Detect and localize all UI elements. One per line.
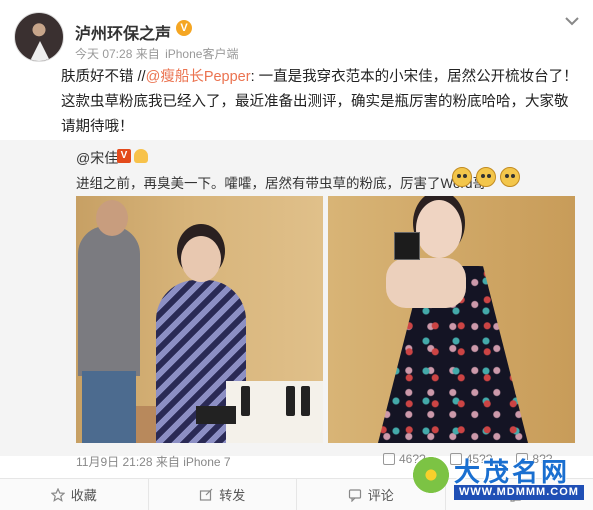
star-icon <box>50 487 65 502</box>
emoji-icon <box>476 167 496 187</box>
post-text-prefix: 肤质好不错 // <box>61 69 146 85</box>
repost-button[interactable]: 转发 <box>149 479 297 510</box>
post-meta: 今天 07:28 来自 iPhone客户端 <box>75 45 238 62</box>
watermark-url: WWW.MDMMM.COM <box>454 485 584 500</box>
share-icon <box>383 453 395 465</box>
chevron-down-icon[interactable] <box>565 16 579 26</box>
client-name: iPhone客户端 <box>165 47 239 61</box>
repost-meta: 11月9日 21:28 来自 iPhone 7 <box>76 453 231 470</box>
dress-compact-photo[interactable] <box>328 196 575 443</box>
watermark-title: 大茂名网 <box>454 458 571 488</box>
repost-from-label: 来自 <box>155 455 180 469</box>
author-name[interactable]: 泸州环保之声 <box>75 20 171 44</box>
makeup-artist-photo[interactable] <box>76 196 323 443</box>
repost-label: 转发 <box>219 488 246 503</box>
comment-icon <box>348 488 361 502</box>
repost-date[interactable]: 11月9日 21:28 <box>76 455 153 469</box>
emoji-icon <box>452 167 472 187</box>
crown-icon <box>134 149 148 163</box>
share-icon <box>200 488 213 501</box>
favorite-button[interactable]: 收藏 <box>0 479 149 510</box>
repost-author[interactable]: @宋佳 <box>76 148 118 168</box>
from-label: 来自 <box>135 47 160 61</box>
vip-icon: V <box>117 149 131 163</box>
post-time[interactable]: 今天 07:28 <box>75 47 132 61</box>
emoji-icon <box>500 167 520 187</box>
repost-text: 进组之前，再臭美一下。嚯嚯，居然有带虫草的粉底，厉害了Word哥~ <box>76 176 494 191</box>
comment-label: 评论 <box>367 488 394 503</box>
avatar[interactable] <box>14 12 64 62</box>
flower-logo-icon <box>410 454 452 496</box>
post-header: 泸州环保之声 V 今天 07:28 来自 iPhone客户端 <box>14 12 579 62</box>
post-text: 肤质好不错 //@瘦船长Pepper: 一直是我穿衣范本的小宋佳，居然公开梳妆台… <box>61 65 581 140</box>
repost-client: iPhone 7 <box>183 455 231 469</box>
repost-box[interactable]: @宋佳 V 进组之前，再臭美一下。嚯嚯，居然有带虫草的粉底，厉害了Word哥~ <box>0 140 593 456</box>
site-watermark: 大茂名网 WWW.MDMMM.COM <box>410 452 585 504</box>
mention-link[interactable]: @瘦船长Pepper <box>146 69 251 85</box>
favorite-label: 收藏 <box>70 488 97 503</box>
emoji-row <box>452 167 520 187</box>
verified-icon: V <box>176 20 192 36</box>
